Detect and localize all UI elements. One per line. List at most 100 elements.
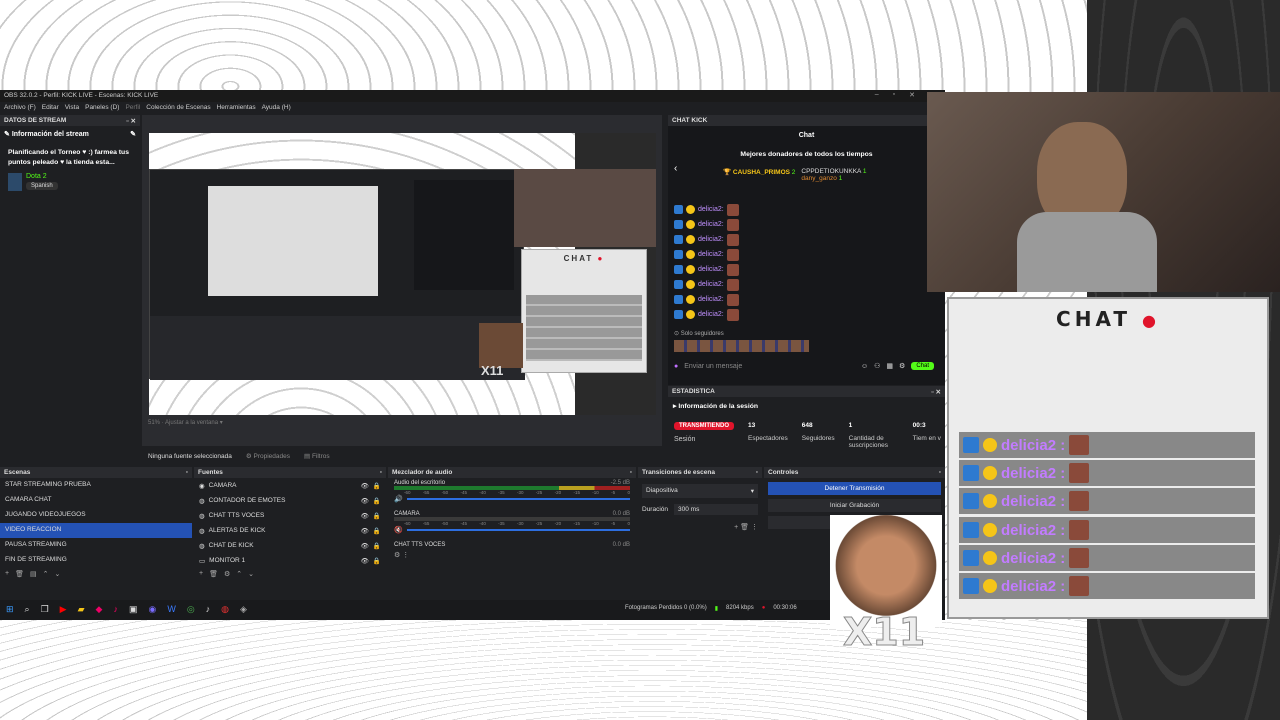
- viewers-label: Espectadores: [748, 435, 788, 442]
- lock-icon[interactable]: 🔒: [373, 497, 381, 505]
- discord-icon[interactable]: ◉: [148, 604, 156, 615]
- lock-icon[interactable]: 🔒: [373, 482, 381, 490]
- lock-icon[interactable]: 🔒: [373, 527, 381, 535]
- app-icon[interactable]: ▣: [129, 604, 138, 615]
- menu-view[interactable]: Vista: [65, 104, 79, 112]
- close-icon[interactable]: ▫ ✕: [931, 388, 941, 396]
- scene-item[interactable]: PAUSA STREAMING: [0, 538, 192, 553]
- trash-icon[interactable]: 🗑: [15, 570, 24, 578]
- users-icon[interactable]: ⚇: [874, 362, 880, 370]
- stop-stream-button[interactable]: Detener Transmisión: [768, 482, 941, 495]
- dock-header: Mezclador de audio ▫: [388, 467, 636, 478]
- source-item[interactable]: ◍ CHAT DE KICK 👁 🔒: [194, 538, 386, 553]
- tiktok-icon[interactable]: ♪: [113, 604, 118, 615]
- steam-icon[interactable]: ◈: [240, 604, 247, 615]
- float-icon[interactable]: ▫: [380, 469, 382, 476]
- float-icon[interactable]: ▫: [630, 469, 632, 476]
- settings-icon[interactable]: ⚙: [899, 362, 905, 370]
- category[interactable]: Dota 2: [26, 173, 58, 180]
- maximize-icon[interactable]: ▫: [893, 91, 895, 99]
- scene-item[interactable]: CAMARA CHAT: [0, 493, 192, 508]
- add-icon[interactable]: +: [199, 570, 203, 578]
- trash-icon[interactable]: 🗑: [209, 570, 218, 578]
- float-icon[interactable]: ▫: [186, 469, 188, 476]
- source-item[interactable]: ◍ CONTADOR DE EMOTES 👁 🔒: [194, 493, 386, 508]
- float-icon[interactable]: ▫: [756, 469, 758, 476]
- eye-icon[interactable]: 👁: [361, 497, 369, 505]
- move-down-icon[interactable]: ⌄: [54, 570, 60, 578]
- scene-item[interactable]: STAR STREAMING PRUEBA: [0, 478, 192, 493]
- trash-icon[interactable]: 🗑: [740, 524, 749, 531]
- window-title: OBS 32.0.2 - Perfil: KICK LIVE - Escenas…: [4, 92, 159, 99]
- app-icon[interactable]: ◆: [96, 604, 103, 615]
- gear-icon[interactable]: ⚙: [394, 552, 400, 559]
- emote-bar[interactable]: [674, 340, 809, 352]
- move-up-icon[interactable]: ⌃: [43, 570, 49, 578]
- folder-icon[interactable]: ▰: [78, 604, 85, 615]
- word-icon[interactable]: W: [167, 604, 176, 615]
- menu-docks[interactable]: Paneles (D): [85, 104, 119, 112]
- menu-icon[interactable]: ⋮: [751, 524, 758, 531]
- source-item[interactable]: ◍ ALERTAS DE KICK 👁 🔒: [194, 523, 386, 538]
- float-icon[interactable]: ▫: [939, 469, 941, 476]
- mute-icon[interactable]: 🔇: [394, 526, 403, 534]
- scene-item[interactable]: FIN DE STREAMING: [0, 553, 192, 568]
- transition-select[interactable]: Diapositiva ▾: [642, 484, 758, 498]
- emoji-icon[interactable]: ☺: [861, 363, 868, 370]
- add-icon[interactable]: +: [734, 524, 738, 531]
- add-icon[interactable]: +: [5, 570, 9, 578]
- menu-edit[interactable]: Editar: [42, 104, 59, 112]
- eye-icon[interactable]: 👁: [361, 557, 369, 565]
- youtube-icon[interactable]: ▶: [60, 604, 67, 615]
- lock-icon[interactable]: 🔒: [373, 542, 381, 550]
- menu-help[interactable]: Ayuda (H): [262, 104, 291, 112]
- preview-canvas[interactable]: CHAT ● X11: [149, 133, 656, 415]
- menu-scene-collection[interactable]: Colección de Escenas: [146, 104, 210, 112]
- obs-icon[interactable]: ◍: [221, 604, 229, 615]
- start-recording-button[interactable]: Iniciar Grabación: [768, 499, 941, 512]
- source-item[interactable]: ▭ MONITOR 1 👁 🔒: [194, 553, 386, 568]
- volume-slider[interactable]: [406, 529, 630, 531]
- menu-tools[interactable]: Herramientas: [217, 104, 256, 112]
- gift-icon[interactable]: ▦: [886, 362, 893, 370]
- properties-button[interactable]: ⚙ Propiedades: [246, 452, 290, 460]
- move-down-icon[interactable]: ⌄: [248, 570, 254, 578]
- lock-icon[interactable]: 🔒: [373, 557, 381, 565]
- menu-file[interactable]: Archivo (F): [4, 104, 36, 112]
- chrome-icon[interactable]: ◎: [187, 604, 195, 615]
- menu-icon[interactable]: ⋮: [402, 552, 409, 559]
- task-view-icon[interactable]: ❐: [41, 604, 49, 615]
- speaker-icon[interactable]: 🔊: [394, 495, 403, 503]
- scene-item-selected[interactable]: VIDEO REACCION: [0, 523, 192, 538]
- duration-input[interactable]: 300 ms: [674, 504, 758, 515]
- mic-icon[interactable]: ●: [674, 363, 678, 370]
- eye-icon[interactable]: 👁: [361, 542, 369, 550]
- send-chat-button[interactable]: Chat: [911, 362, 934, 370]
- eye-icon[interactable]: 👁: [361, 512, 369, 520]
- lock-icon[interactable]: 🔒: [373, 512, 381, 520]
- source-item[interactable]: ◉ CAMARA 👁 🔒: [194, 478, 386, 493]
- language-badge: Spanish: [26, 182, 58, 191]
- back-arrow-icon[interactable]: ‹: [674, 163, 677, 174]
- edit-icon[interactable]: ✎: [130, 130, 136, 138]
- filter-icon[interactable]: ▤: [30, 570, 37, 578]
- volume-slider[interactable]: [406, 498, 630, 500]
- tiktok-icon[interactable]: ♪: [206, 604, 211, 615]
- eye-icon[interactable]: 👁: [361, 482, 369, 490]
- gear-icon[interactable]: ⚙: [224, 570, 230, 578]
- source-item[interactable]: ◍ CHAT TTS VOCES 👁 🔒: [194, 508, 386, 523]
- windows-start-icon[interactable]: ⊞: [6, 604, 14, 615]
- minimize-icon[interactable]: –: [875, 91, 879, 99]
- stats-header-label: Información de la sesión: [678, 403, 759, 410]
- close-icon[interactable]: ✕: [909, 91, 915, 99]
- eye-icon[interactable]: 👁: [361, 527, 369, 535]
- scene-item[interactable]: JUGANDO VIDEOJUEGOS: [0, 508, 192, 523]
- filters-button[interactable]: ▤ Filtros: [304, 452, 330, 460]
- menu-profile[interactable]: Perfil: [125, 104, 140, 112]
- move-up-icon[interactable]: ⌃: [236, 570, 242, 578]
- chat-input[interactable]: Enviar un mensaje: [684, 363, 855, 370]
- close-icon[interactable]: ▫ ✕: [126, 117, 136, 125]
- fit-window[interactable]: Ajustar a la ventana: [165, 420, 218, 426]
- zoom-controls[interactable]: 51% · Ajustar a la ventana ▾: [148, 419, 223, 426]
- search-icon[interactable]: ⌕: [25, 604, 30, 615]
